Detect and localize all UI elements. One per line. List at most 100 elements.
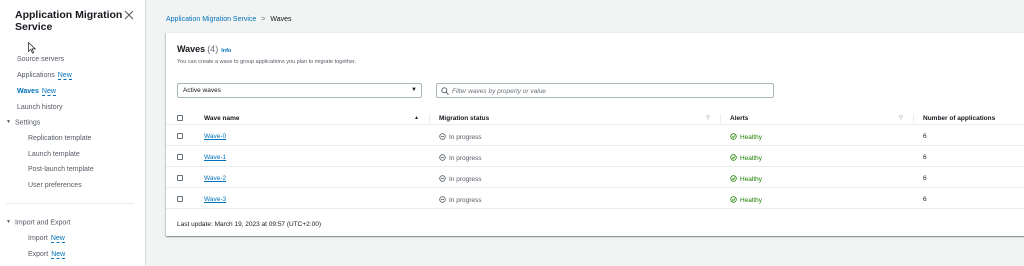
alert-status: Healthy bbox=[730, 154, 762, 163]
breadcrumb: Application Migration Service > Waves bbox=[166, 15, 292, 24]
sort-icon[interactable]: ▽ bbox=[706, 115, 710, 121]
sidebar-item-label: Waves bbox=[17, 88, 39, 95]
table-header: Wave name ▲ Migration status ▽ Alerts ▽ … bbox=[166, 111, 1024, 125]
column-header-migration-status[interactable]: Migration status bbox=[439, 115, 489, 123]
sidebar-item-label: Replication template bbox=[28, 135, 92, 142]
row-checkbox[interactable] bbox=[177, 196, 183, 202]
alert-status: Healthy bbox=[730, 175, 762, 184]
alert-text: Healthy bbox=[740, 176, 763, 183]
new-badge: New bbox=[51, 251, 66, 259]
section-label: Import and Export bbox=[14, 219, 71, 227]
migration-status: In progress bbox=[439, 175, 482, 184]
sidebar-item-launch-history[interactable]: Launch history bbox=[17, 103, 63, 112]
application-count: 6 bbox=[923, 196, 927, 203]
waves-table-container: Waves (4) Info You can create a wave to gr… bbox=[166, 32, 1024, 236]
sidebar-item-export[interactable]: Export New bbox=[28, 250, 66, 259]
sidebar-item-waves[interactable]: Waves New bbox=[17, 87, 56, 96]
sidebar-item-label: Launch history bbox=[17, 104, 63, 111]
page-title: Waves (4) Info bbox=[177, 44, 231, 57]
new-badge: New bbox=[50, 235, 65, 243]
in-progress-icon bbox=[439, 133, 446, 140]
in-progress-icon bbox=[439, 175, 446, 182]
new-badge: New bbox=[41, 88, 56, 96]
item-count: (4) bbox=[207, 44, 219, 54]
sidebar-section-settings[interactable]: ▼ Settings bbox=[6, 118, 40, 127]
sidebar-item-launch-template[interactable]: Launch template bbox=[28, 150, 80, 159]
search-icon bbox=[441, 87, 449, 95]
check-circle-icon bbox=[730, 175, 737, 182]
wave-name-link[interactable]: Wave-1 bbox=[204, 154, 226, 162]
sidebar-item-label: Import bbox=[28, 235, 48, 242]
column-header-wave-name[interactable]: Wave name bbox=[204, 115, 240, 123]
close-icon[interactable] bbox=[124, 10, 134, 20]
status-text: In progress bbox=[449, 197, 482, 204]
search-field[interactable] bbox=[436, 83, 774, 98]
sidebar-item-post-launch-template[interactable]: Post-launch template bbox=[28, 165, 94, 174]
migration-status: In progress bbox=[439, 133, 482, 142]
breadcrumb-link-service[interactable]: Application Migration Service bbox=[166, 16, 256, 23]
table-row[interactable]: Wave-1 In progress Healthy 6 bbox=[166, 147, 1024, 167]
migration-status: In progress bbox=[439, 154, 482, 163]
application-count: 6 bbox=[923, 154, 927, 161]
status-text: In progress bbox=[449, 155, 482, 162]
sidebar-item-label: Source servers bbox=[17, 56, 65, 63]
in-progress-icon bbox=[439, 196, 446, 203]
last-update-text: Last update: March 19, 2023 at 09:57 (UT… bbox=[177, 221, 321, 228]
sidebar-divider bbox=[6, 203, 134, 204]
column-divider bbox=[720, 114, 721, 123]
alert-text: Healthy bbox=[740, 197, 763, 204]
column-header-alerts[interactable]: Alerts bbox=[730, 115, 748, 123]
sidebar-item-user-preferences[interactable]: User preferences bbox=[28, 181, 82, 190]
check-circle-icon bbox=[730, 133, 737, 140]
wave-name-link[interactable]: Wave-2 bbox=[204, 175, 226, 183]
check-circle-icon bbox=[730, 196, 737, 203]
side-navigation: Application Migration Service Source ser… bbox=[0, 0, 146, 266]
select-all-checkbox[interactable] bbox=[177, 115, 183, 121]
table-row[interactable]: Wave-0 In progress Healthy 6 bbox=[166, 126, 1024, 146]
application-count: 6 bbox=[923, 175, 927, 182]
caret-down-icon: ▼ bbox=[411, 87, 417, 93]
status-text: In progress bbox=[449, 134, 482, 141]
title-text: Waves bbox=[177, 44, 206, 54]
sidebar-title[interactable]: Application Migration Service bbox=[15, 9, 125, 33]
column-divider bbox=[429, 114, 430, 123]
sort-icon[interactable]: ▽ bbox=[899, 115, 903, 121]
sidebar-item-import[interactable]: Import New bbox=[28, 234, 65, 243]
column-header-number-of-applications[interactable]: Number of applications bbox=[923, 115, 995, 123]
row-checkbox[interactable] bbox=[177, 154, 183, 160]
alert-text: Healthy bbox=[740, 134, 763, 141]
row-checkbox[interactable] bbox=[177, 175, 183, 181]
column-divider bbox=[913, 114, 914, 123]
table-row[interactable]: Wave-3 In progress Healthy 6 bbox=[166, 189, 1024, 209]
alert-text: Healthy bbox=[740, 155, 763, 162]
wave-name-link[interactable]: Wave-3 bbox=[204, 196, 226, 204]
table-row[interactable]: Wave-2 In progress Healthy 6 bbox=[166, 168, 1024, 188]
mouse-cursor-icon bbox=[28, 42, 36, 54]
panel-description: You can create a wave to group applicati… bbox=[177, 59, 356, 65]
sidebar-item-label: Launch template bbox=[28, 151, 80, 158]
caret-down-icon: ▼ bbox=[6, 219, 11, 225]
wave-name-link[interactable]: Wave-0 bbox=[204, 133, 226, 141]
migration-status: In progress bbox=[439, 196, 482, 205]
sidebar-item-label: Export bbox=[28, 251, 49, 258]
select-value: Active waves bbox=[183, 87, 221, 94]
status-text: In progress bbox=[449, 176, 482, 183]
sort-ascending-icon[interactable]: ▲ bbox=[414, 115, 419, 121]
caret-down-icon: ▼ bbox=[6, 119, 11, 125]
check-circle-icon bbox=[730, 154, 737, 161]
application-count: 6 bbox=[923, 133, 927, 140]
sidebar-item-source-servers[interactable]: Source servers bbox=[17, 55, 64, 64]
breadcrumb-current: Waves bbox=[270, 16, 292, 23]
sidebar-item-replication-template[interactable]: Replication template bbox=[28, 134, 91, 143]
row-checkbox[interactable] bbox=[177, 133, 183, 139]
chevron-right-icon: > bbox=[261, 16, 266, 23]
sidebar-item-label: Applications bbox=[17, 72, 55, 79]
section-label: Settings bbox=[14, 119, 41, 127]
wave-filter-select[interactable]: Active waves ▼ bbox=[177, 83, 422, 98]
sidebar-item-label: Post-launch template bbox=[28, 166, 94, 173]
info-link[interactable]: Info bbox=[221, 48, 231, 54]
sidebar-section-import-export[interactable]: ▼ Import and Export bbox=[6, 218, 71, 227]
sidebar-item-applications[interactable]: Applications New bbox=[17, 71, 72, 80]
search-input[interactable] bbox=[452, 86, 762, 96]
alert-status: Healthy bbox=[730, 133, 762, 142]
